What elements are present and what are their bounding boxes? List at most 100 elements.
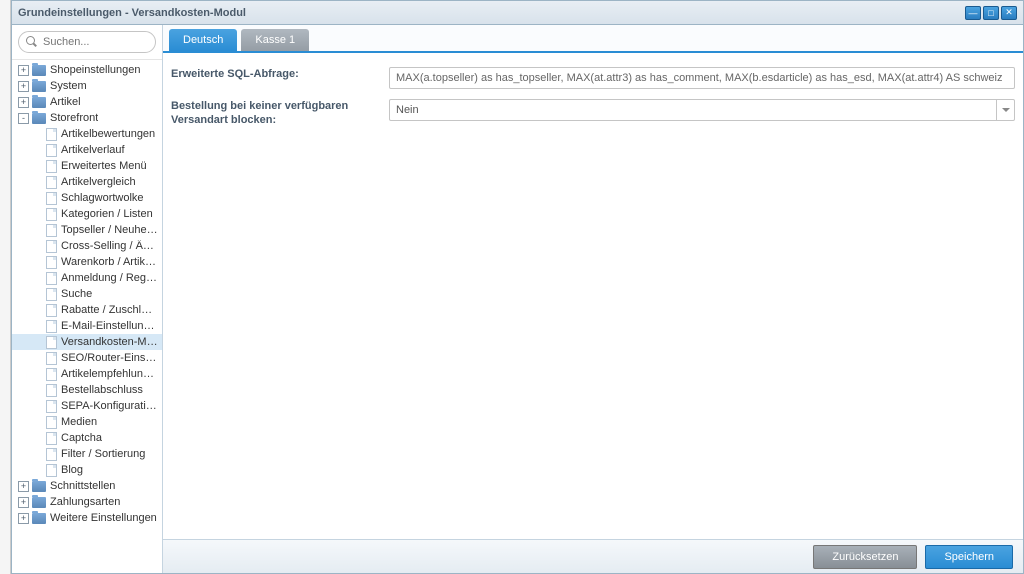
tree-item[interactable]: Rabatte / Zuschläge <box>12 302 162 318</box>
tree-label: SEO/Router-Einstellungen <box>61 352 158 364</box>
tree-folder[interactable]: + Artikel <box>12 94 162 110</box>
tree-label: Storefront <box>50 112 98 124</box>
block-label: Bestellung bei keiner verfügbaren Versan… <box>171 99 389 127</box>
sidebar: + Shopeinstellungen + System + Artikel - Storef… <box>12 25 163 573</box>
minimize-button[interactable]: — <box>965 6 981 20</box>
tree-folder[interactable]: - Storefront <box>12 110 162 126</box>
page-icon <box>46 192 57 205</box>
footer-toolbar: Zurücksetzen Speichern <box>163 539 1023 573</box>
tree-folder[interactable]: + Weitere Einstellungen <box>12 510 162 526</box>
window-title: Grundeinstellungen - Versandkosten-Modul <box>18 7 965 19</box>
tree-label: Filter / Sortierung <box>61 448 145 460</box>
tree-label: Captcha <box>61 432 102 444</box>
tree-label: Artikelverlauf <box>61 144 125 156</box>
form-area: Erweiterte SQL-Abfrage: Bestellung bei k… <box>163 53 1023 539</box>
close-button[interactable]: ✕ <box>1001 6 1017 20</box>
search-icon <box>26 36 37 47</box>
settings-tree[interactable]: + Shopeinstellungen + System + Artikel - Storef… <box>12 60 162 573</box>
tree-label: SEPA-Konfiguration <box>61 400 158 412</box>
maximize-button[interactable]: □ <box>983 6 999 20</box>
tree-label: Erweitertes Menü <box>61 160 147 172</box>
tree-item[interactable]: Cross-Selling / Ähnliche Art. <box>12 238 162 254</box>
tree-label: Artikelvergleich <box>61 176 136 188</box>
tree-item[interactable]: SEO/Router-Einstellungen <box>12 350 162 366</box>
expand-toggle[interactable]: + <box>18 497 29 508</box>
tree-item[interactable]: Captcha <box>12 430 162 446</box>
page-icon <box>46 400 57 413</box>
page-icon <box>46 272 57 285</box>
expand-toggle[interactable]: - <box>18 113 29 124</box>
window-controls: — □ ✕ <box>965 6 1017 20</box>
tree-item[interactable]: Blog <box>12 462 162 478</box>
tree-item[interactable]: Erweitertes Menü <box>12 158 162 174</box>
tree-item[interactable]: E-Mail-Einstellungen <box>12 318 162 334</box>
tree-item[interactable]: Bestellabschluss <box>12 382 162 398</box>
page-icon <box>46 224 57 237</box>
sql-input[interactable] <box>389 67 1015 89</box>
tree-item[interactable]: Versandkosten-Modul <box>12 334 162 350</box>
tree-folder[interactable]: +Schnittstellen <box>12 478 162 494</box>
page-icon <box>46 176 57 189</box>
folder-icon <box>32 513 46 524</box>
page-icon <box>46 352 57 365</box>
tab-active[interactable]: Deutsch <box>169 29 237 51</box>
search-container <box>12 25 162 60</box>
tree-item[interactable]: Topseller / Neuheiten <box>12 222 162 238</box>
tree-label: Cross-Selling / Ähnliche Art. <box>61 240 158 252</box>
page-icon <box>46 368 57 381</box>
tree-item[interactable]: Artikelvergleich <box>12 174 162 190</box>
chevron-down-icon[interactable] <box>996 100 1014 120</box>
save-button[interactable]: Speichern <box>925 545 1013 569</box>
expand-toggle[interactable]: + <box>18 65 29 76</box>
page-icon <box>46 144 57 157</box>
page-icon <box>46 320 57 333</box>
tree-label: Artikel <box>50 96 81 108</box>
page-icon <box>46 208 57 221</box>
page-icon <box>46 128 57 141</box>
tree-label: Shopeinstellungen <box>50 64 141 76</box>
tree-label: E-Mail-Einstellungen <box>61 320 158 332</box>
tree-item[interactable]: Filter / Sortierung <box>12 446 162 462</box>
tree-folder[interactable]: + System <box>12 78 162 94</box>
tree-label: Weitere Einstellungen <box>50 512 157 524</box>
tree-label: Artikelbewertungen <box>61 128 155 140</box>
page-icon <box>46 384 57 397</box>
tree-item[interactable]: Medien <box>12 414 162 430</box>
tree-item[interactable]: Artikelverlauf <box>12 142 162 158</box>
tree-label: Bestellabschluss <box>61 384 143 396</box>
block-combo[interactable]: Nein <box>389 99 1015 121</box>
expand-toggle[interactable]: + <box>18 81 29 92</box>
tree-folder[interactable]: + Zahlungsarten <box>12 494 162 510</box>
reset-button[interactable]: Zurücksetzen <box>813 545 917 569</box>
tree-item[interactable]: Artikelempfehlungen <box>12 366 162 382</box>
tree-item[interactable]: Suche <box>12 286 162 302</box>
tree-label: Zahlungsarten <box>50 496 120 508</box>
tree-label: System <box>50 80 87 92</box>
page-icon <box>46 160 57 173</box>
folder-icon <box>32 481 46 492</box>
tree-item[interactable]: Kategorien / Listen <box>12 206 162 222</box>
tree-item[interactable]: Schlagwortwolke <box>12 190 162 206</box>
expand-toggle[interactable]: + <box>18 97 29 108</box>
tree-label: Versandkosten-Modul <box>61 336 158 348</box>
page-icon <box>46 304 57 317</box>
search-input[interactable] <box>18 31 156 53</box>
tree-item[interactable]: SEPA-Konfiguration <box>12 398 162 414</box>
tree-item[interactable]: Anmeldung / Registrierung <box>12 270 162 286</box>
sql-label: Erweiterte SQL-Abfrage: <box>171 67 389 89</box>
expand-toggle[interactable]: + <box>18 513 29 524</box>
page-icon <box>46 432 57 445</box>
tree-item[interactable]: Warenkorb / Artikeldetails <box>12 254 162 270</box>
tree-label: Schlagwortwolke <box>61 192 144 204</box>
background-strip <box>0 0 11 574</box>
tree-label: Anmeldung / Registrierung <box>61 272 158 284</box>
page-icon <box>46 240 57 253</box>
tab-bar: DeutschKasse 1 <box>163 25 1023 53</box>
titlebar[interactable]: Grundeinstellungen - Versandkosten-Modul… <box>12 1 1023 25</box>
page-icon <box>46 336 57 349</box>
page-icon <box>46 464 57 477</box>
tree-item[interactable]: Artikelbewertungen <box>12 126 162 142</box>
tree-folder[interactable]: + Shopeinstellungen <box>12 62 162 78</box>
tab-inactive[interactable]: Kasse 1 <box>241 29 309 51</box>
expand-toggle[interactable]: + <box>18 481 29 492</box>
